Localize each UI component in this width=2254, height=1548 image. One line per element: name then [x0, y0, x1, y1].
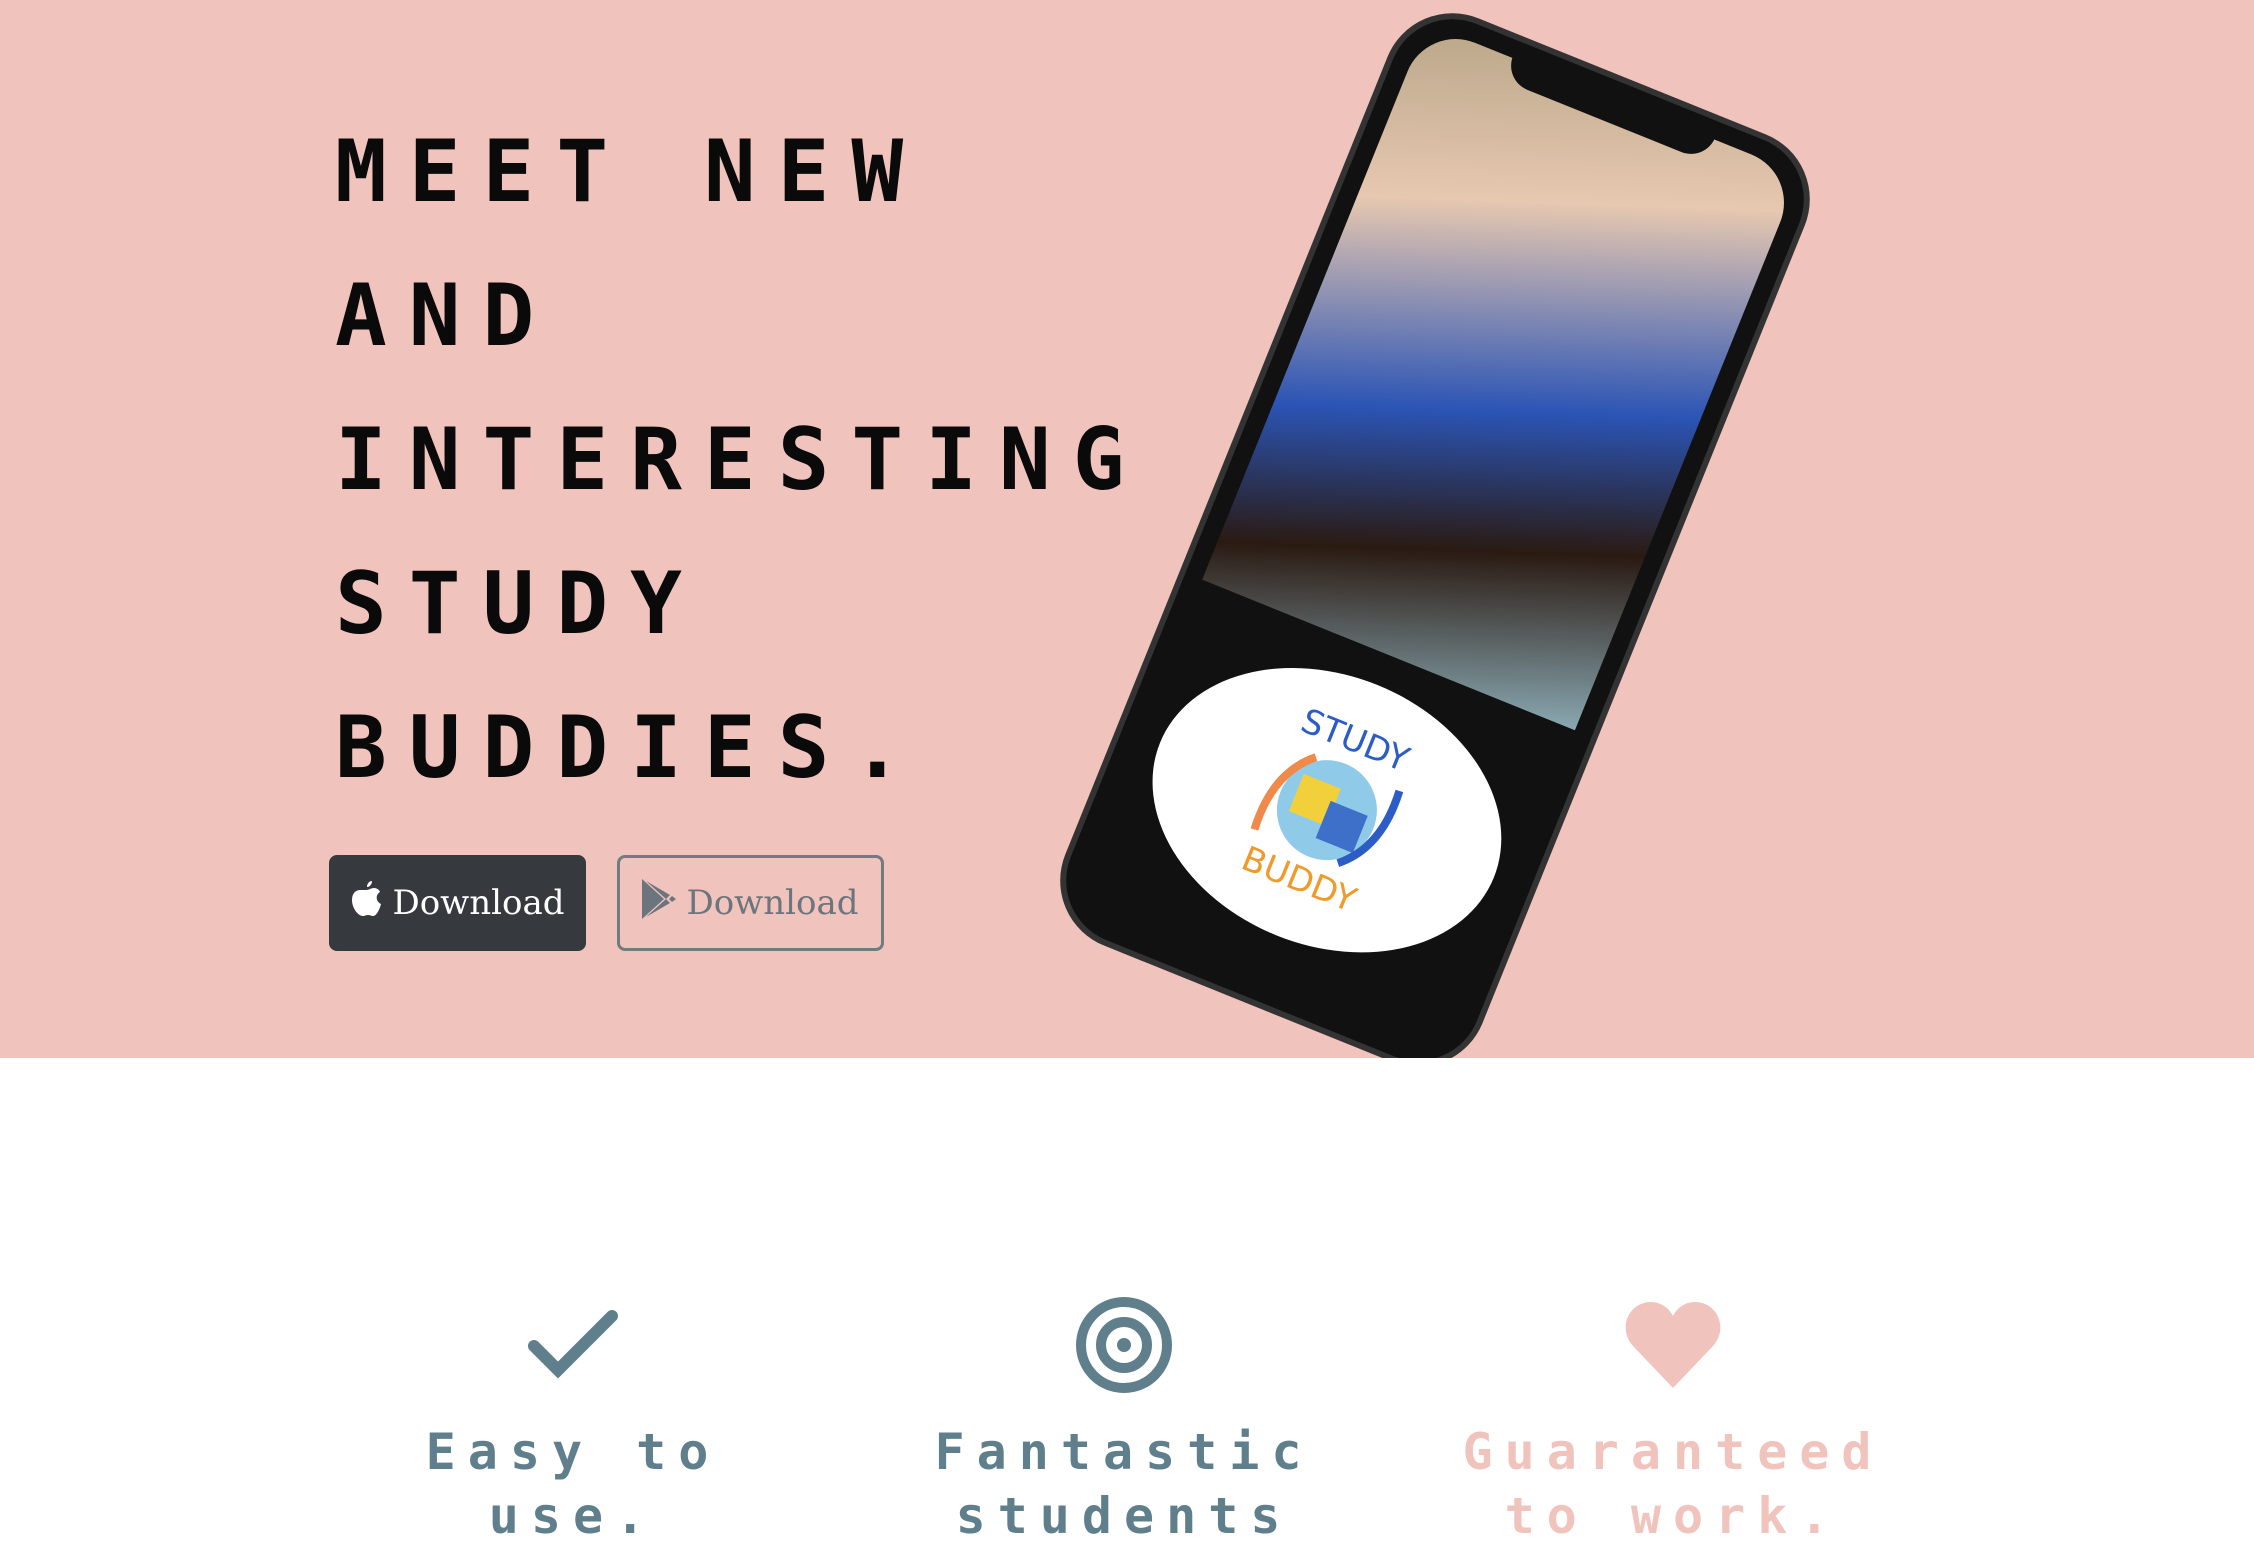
headline-line: Meet new — [335, 122, 926, 222]
feature-title: Guaranteed to work. — [1462, 1423, 1884, 1545]
hero-section: Meet new and interesting study buddies. … — [0, 0, 2254, 1058]
app-store-download-label: Download — [392, 883, 565, 923]
app-store-download-button[interactable]: Download — [329, 855, 586, 951]
headline-line: study — [335, 554, 704, 654]
headline-line: buddies. — [335, 698, 926, 798]
target-icon — [874, 1290, 1374, 1400]
google-play-icon — [642, 878, 677, 928]
feature-fantastic-students: Fantastic students — [874, 1290, 1374, 1548]
headline-line: and — [335, 266, 557, 366]
phone-mockup: STUDY BUDDY — [1039, 0, 1831, 1058]
hero-headline: Meet new and interesting study buddies. — [335, 100, 1147, 820]
headline-line: interesting — [335, 410, 1147, 510]
feature-title: Easy to use. — [425, 1423, 721, 1545]
feature-guaranteed: Guaranteed to work. — [1423, 1290, 1923, 1548]
feature-title: Fantastic students — [934, 1423, 1314, 1545]
google-play-download-label: Download — [686, 883, 859, 923]
checkmark-icon — [323, 1290, 823, 1400]
feature-easy-to-use: Easy to use. — [323, 1290, 823, 1548]
apple-icon — [350, 880, 382, 926]
google-play-download-button[interactable]: Download — [617, 855, 884, 951]
heart-icon — [1423, 1290, 1923, 1400]
